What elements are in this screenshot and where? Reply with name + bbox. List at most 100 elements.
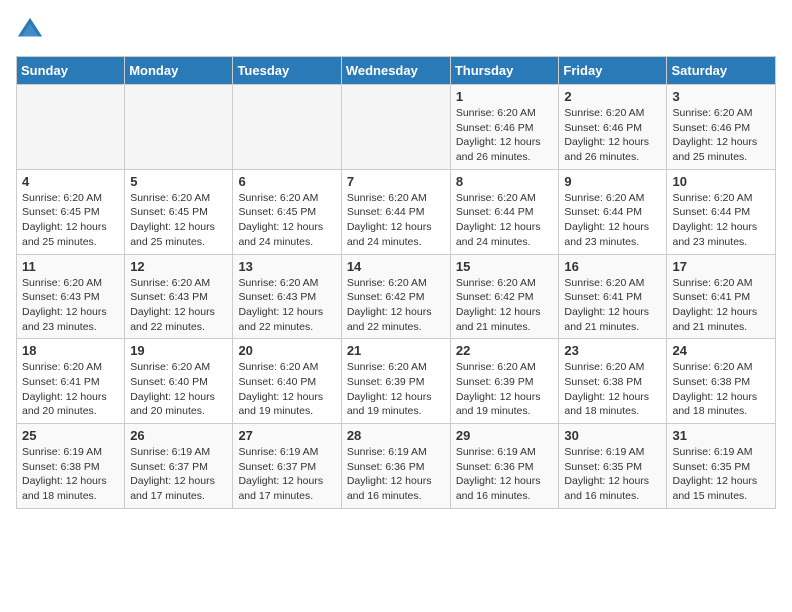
- day-info: Sunrise: 6:19 AM Sunset: 6:36 PM Dayligh…: [347, 445, 445, 504]
- day-number: 8: [456, 174, 554, 189]
- calendar-cell: 3 Sunrise: 6:20 AM Sunset: 6:46 PM Daylig…: [667, 85, 776, 170]
- day-info: Sunrise: 6:20 AM Sunset: 6:44 PM Dayligh…: [347, 191, 445, 250]
- day-number: 4: [22, 174, 119, 189]
- day-info: Sunrise: 6:20 AM Sunset: 6:43 PM Dayligh…: [130, 276, 227, 335]
- day-number: 24: [672, 343, 770, 358]
- calendar-cell: 30 Sunrise: 6:19 AM Sunset: 6:35 PM Dayli…: [559, 424, 667, 509]
- day-number: 3: [672, 89, 770, 104]
- calendar-cell: 6 Sunrise: 6:20 AM Sunset: 6:45 PM Daylig…: [233, 169, 341, 254]
- day-number: 26: [130, 428, 227, 443]
- calendar-cell: 7 Sunrise: 6:20 AM Sunset: 6:44 PM Daylig…: [341, 169, 450, 254]
- day-info: Sunrise: 6:20 AM Sunset: 6:44 PM Dayligh…: [456, 191, 554, 250]
- day-number: 18: [22, 343, 119, 358]
- weekday-header: Monday: [125, 57, 233, 85]
- day-number: 16: [564, 259, 661, 274]
- day-number: 21: [347, 343, 445, 358]
- calendar-cell: 29 Sunrise: 6:19 AM Sunset: 6:36 PM Dayli…: [450, 424, 559, 509]
- calendar-table: SundayMondayTuesdayWednesdayThursdayFrid…: [16, 56, 776, 509]
- calendar-cell: 23 Sunrise: 6:20 AM Sunset: 6:38 PM Dayli…: [559, 339, 667, 424]
- weekday-header: Wednesday: [341, 57, 450, 85]
- weekday-header: Sunday: [17, 57, 125, 85]
- calendar-cell: [125, 85, 233, 170]
- day-number: 19: [130, 343, 227, 358]
- calendar-week-row: 25 Sunrise: 6:19 AM Sunset: 6:38 PM Dayli…: [17, 424, 776, 509]
- calendar-cell: 18 Sunrise: 6:20 AM Sunset: 6:41 PM Dayli…: [17, 339, 125, 424]
- calendar-cell: 21 Sunrise: 6:20 AM Sunset: 6:39 PM Dayli…: [341, 339, 450, 424]
- day-info: Sunrise: 6:19 AM Sunset: 6:37 PM Dayligh…: [130, 445, 227, 504]
- calendar-cell: 20 Sunrise: 6:20 AM Sunset: 6:40 PM Dayli…: [233, 339, 341, 424]
- day-number: 1: [456, 89, 554, 104]
- day-number: 6: [238, 174, 335, 189]
- calendar-cell: 8 Sunrise: 6:20 AM Sunset: 6:44 PM Daylig…: [450, 169, 559, 254]
- day-number: 22: [456, 343, 554, 358]
- day-info: Sunrise: 6:20 AM Sunset: 6:38 PM Dayligh…: [672, 360, 770, 419]
- page-header: [16, 16, 776, 44]
- calendar-cell: 28 Sunrise: 6:19 AM Sunset: 6:36 PM Dayli…: [341, 424, 450, 509]
- day-info: Sunrise: 6:19 AM Sunset: 6:35 PM Dayligh…: [672, 445, 770, 504]
- day-number: 20: [238, 343, 335, 358]
- day-number: 10: [672, 174, 770, 189]
- day-info: Sunrise: 6:20 AM Sunset: 6:45 PM Dayligh…: [130, 191, 227, 250]
- calendar-cell: 5 Sunrise: 6:20 AM Sunset: 6:45 PM Daylig…: [125, 169, 233, 254]
- day-info: Sunrise: 6:20 AM Sunset: 6:43 PM Dayligh…: [238, 276, 335, 335]
- day-info: Sunrise: 6:20 AM Sunset: 6:40 PM Dayligh…: [130, 360, 227, 419]
- day-number: 23: [564, 343, 661, 358]
- day-number: 15: [456, 259, 554, 274]
- day-info: Sunrise: 6:20 AM Sunset: 6:41 PM Dayligh…: [672, 276, 770, 335]
- calendar-cell: 17 Sunrise: 6:20 AM Sunset: 6:41 PM Dayli…: [667, 254, 776, 339]
- calendar-cell: 1 Sunrise: 6:20 AM Sunset: 6:46 PM Daylig…: [450, 85, 559, 170]
- day-number: 9: [564, 174, 661, 189]
- day-info: Sunrise: 6:20 AM Sunset: 6:46 PM Dayligh…: [564, 106, 661, 165]
- logo-icon: [16, 16, 44, 44]
- day-info: Sunrise: 6:19 AM Sunset: 6:36 PM Dayligh…: [456, 445, 554, 504]
- day-number: 29: [456, 428, 554, 443]
- calendar-cell: 19 Sunrise: 6:20 AM Sunset: 6:40 PM Dayli…: [125, 339, 233, 424]
- day-info: Sunrise: 6:20 AM Sunset: 6:38 PM Dayligh…: [564, 360, 661, 419]
- day-info: Sunrise: 6:20 AM Sunset: 6:39 PM Dayligh…: [456, 360, 554, 419]
- calendar-cell: 4Sunrise: 6:20 AM Sunset: 6:45 PM Daylig…: [17, 169, 125, 254]
- day-info: Sunrise: 6:20 AM Sunset: 6:43 PM Dayligh…: [22, 276, 119, 335]
- calendar-cell: 14 Sunrise: 6:20 AM Sunset: 6:42 PM Dayli…: [341, 254, 450, 339]
- calendar-cell: 22 Sunrise: 6:20 AM Sunset: 6:39 PM Dayli…: [450, 339, 559, 424]
- calendar-cell: 25 Sunrise: 6:19 AM Sunset: 6:38 PM Dayli…: [17, 424, 125, 509]
- day-info: Sunrise: 6:19 AM Sunset: 6:38 PM Dayligh…: [22, 445, 119, 504]
- day-number: 2: [564, 89, 661, 104]
- weekday-header: Thursday: [450, 57, 559, 85]
- day-number: 14: [347, 259, 445, 274]
- day-info: Sunrise: 6:19 AM Sunset: 6:37 PM Dayligh…: [238, 445, 335, 504]
- calendar-week-row: 18 Sunrise: 6:20 AM Sunset: 6:41 PM Dayli…: [17, 339, 776, 424]
- calendar-week-row: 1 Sunrise: 6:20 AM Sunset: 6:46 PM Daylig…: [17, 85, 776, 170]
- calendar-cell: 2 Sunrise: 6:20 AM Sunset: 6:46 PM Daylig…: [559, 85, 667, 170]
- calendar-cell: 15Sunrise: 6:20 AM Sunset: 6:42 PM Dayli…: [450, 254, 559, 339]
- day-number: 27: [238, 428, 335, 443]
- day-info: Sunrise: 6:20 AM Sunset: 6:45 PM Dayligh…: [238, 191, 335, 250]
- day-info: Sunrise: 6:20 AM Sunset: 6:40 PM Dayligh…: [238, 360, 335, 419]
- calendar-cell: [341, 85, 450, 170]
- day-info: Sunrise: 6:20 AM Sunset: 6:41 PM Dayligh…: [22, 360, 119, 419]
- day-info: Sunrise: 6:20 AM Sunset: 6:42 PM Dayligh…: [347, 276, 445, 335]
- day-number: 25: [22, 428, 119, 443]
- weekday-header: Tuesday: [233, 57, 341, 85]
- day-number: 13: [238, 259, 335, 274]
- calendar-week-row: 11Sunrise: 6:20 AM Sunset: 6:43 PM Dayli…: [17, 254, 776, 339]
- day-info: Sunrise: 6:20 AM Sunset: 6:46 PM Dayligh…: [456, 106, 554, 165]
- day-info: Sunrise: 6:20 AM Sunset: 6:39 PM Dayligh…: [347, 360, 445, 419]
- day-number: 31: [672, 428, 770, 443]
- calendar-cell: 13 Sunrise: 6:20 AM Sunset: 6:43 PM Dayli…: [233, 254, 341, 339]
- calendar-header-row: SundayMondayTuesdayWednesdayThursdayFrid…: [17, 57, 776, 85]
- calendar-cell: [17, 85, 125, 170]
- day-number: 17: [672, 259, 770, 274]
- day-number: 7: [347, 174, 445, 189]
- weekday-header: Friday: [559, 57, 667, 85]
- calendar-cell: 31 Sunrise: 6:19 AM Sunset: 6:35 PM Dayli…: [667, 424, 776, 509]
- day-number: 28: [347, 428, 445, 443]
- logo: [16, 16, 48, 44]
- day-info: Sunrise: 6:20 AM Sunset: 6:46 PM Dayligh…: [672, 106, 770, 165]
- calendar-cell: 12 Sunrise: 6:20 AM Sunset: 6:43 PM Dayli…: [125, 254, 233, 339]
- day-number: 12: [130, 259, 227, 274]
- day-info: Sunrise: 6:19 AM Sunset: 6:35 PM Dayligh…: [564, 445, 661, 504]
- calendar-cell: 24 Sunrise: 6:20 AM Sunset: 6:38 PM Dayli…: [667, 339, 776, 424]
- day-number: 5: [130, 174, 227, 189]
- calendar-cell: 11Sunrise: 6:20 AM Sunset: 6:43 PM Dayli…: [17, 254, 125, 339]
- day-number: 30: [564, 428, 661, 443]
